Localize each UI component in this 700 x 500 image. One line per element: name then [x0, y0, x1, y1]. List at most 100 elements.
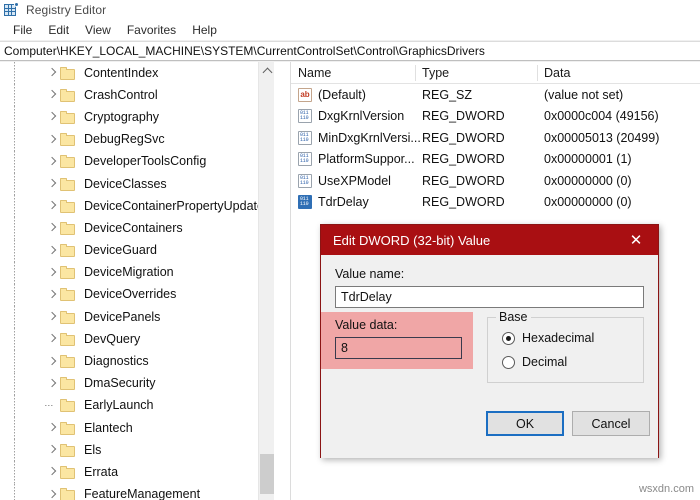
- chevron-right-icon[interactable]: [44, 376, 60, 392]
- chevron-right-icon[interactable]: [44, 176, 60, 192]
- chevron-right-icon[interactable]: [44, 198, 60, 214]
- folder-icon: [60, 310, 76, 324]
- column-header-data[interactable]: Data: [537, 62, 700, 84]
- column-header-name[interactable]: Name: [291, 62, 415, 84]
- menu-item-edit[interactable]: Edit: [40, 21, 77, 39]
- chevron-right-icon[interactable]: [44, 132, 60, 148]
- tree-item[interactable]: ContentIndex: [0, 62, 274, 85]
- tree-guide-line: [14, 394, 15, 417]
- folder-icon: [60, 443, 76, 457]
- chevron-right-icon[interactable]: [44, 220, 60, 236]
- tree-guide-line: [14, 439, 15, 462]
- chevron-right-icon[interactable]: [44, 354, 60, 370]
- tree-item-label: DeveloperToolsConfig: [84, 154, 207, 169]
- scroll-up-arrow-icon[interactable]: [259, 62, 275, 79]
- value-data: (value not set): [544, 87, 624, 102]
- folder-icon: [60, 332, 76, 346]
- tree-item[interactable]: Els: [0, 439, 274, 462]
- folder-icon: [60, 221, 76, 235]
- radio-hexadecimal[interactable]: Hexadecimal: [502, 331, 594, 345]
- chevron-right-icon[interactable]: [44, 442, 60, 458]
- tree-item[interactable]: Cryptography: [0, 106, 274, 129]
- table-row[interactable]: 011 110 UseXPModel REG_DWORD 0x00000000 (0): [291, 170, 700, 192]
- scrollbar-thumb[interactable]: [260, 454, 274, 494]
- chevron-right-icon[interactable]: [44, 87, 60, 103]
- tree-item[interactable]: EarlyLaunch: [0, 394, 274, 417]
- radio-hexadecimal-label: Hexadecimal: [522, 331, 595, 345]
- close-icon[interactable]: ✕: [614, 225, 658, 255]
- tree-item[interactable]: CrashControl: [0, 84, 274, 107]
- address-bar[interactable]: Computer\HKEY_LOCAL_MACHINE\SYSTEM\Curre…: [0, 41, 700, 61]
- chevron-right-icon[interactable]: [44, 420, 60, 436]
- tree-item[interactable]: Errata: [0, 461, 274, 484]
- table-row[interactable]: 011 110 DxgKrnlVersion REG_DWORD 0x0000c004 …: [291, 106, 700, 128]
- tree-guide-line: [14, 461, 15, 484]
- value-type: REG_DWORD: [422, 173, 505, 188]
- tree-item[interactable]: DeviceOverrides: [0, 283, 274, 307]
- folder-icon: [60, 133, 76, 147]
- cancel-button[interactable]: Cancel: [572, 411, 650, 436]
- chevron-right-icon[interactable]: [44, 65, 60, 81]
- tree-item[interactable]: DeviceContainerPropertyUpdateEve: [0, 195, 274, 218]
- menu-item-favorites[interactable]: Favorites: [119, 21, 184, 39]
- tree-vertical-scrollbar[interactable]: [258, 62, 274, 500]
- tree-item[interactable]: DeveloperToolsConfig: [0, 150, 274, 173]
- dword-value-icon: 011 110: [298, 130, 312, 145]
- value-data-input[interactable]: 8: [335, 337, 462, 359]
- chevron-right-icon[interactable]: [44, 243, 60, 259]
- tree-guide-line: [14, 195, 15, 218]
- tree-item[interactable]: Diagnostics: [0, 350, 274, 373]
- tree-item[interactable]: DeviceClasses: [0, 172, 274, 196]
- tree-item-label: Elantech: [84, 420, 133, 435]
- tree-guide-line: [14, 217, 15, 240]
- chevron-right-icon[interactable]: [44, 464, 60, 480]
- tree-guide-line: [14, 62, 15, 85]
- tree-item[interactable]: DevicePanels: [0, 306, 274, 329]
- tree-item[interactable]: Elantech: [0, 417, 274, 440]
- folder-icon: [60, 266, 76, 280]
- cell-name: 011 110 DxgKrnlVersion: [291, 109, 404, 124]
- menu-item-view[interactable]: View: [77, 21, 119, 39]
- tree-guide-line: [14, 350, 15, 373]
- tree-item[interactable]: DeviceContainers: [0, 217, 274, 240]
- tree-item-label: DeviceMigration: [84, 265, 174, 280]
- chevron-right-icon[interactable]: [44, 109, 60, 125]
- chevron-right-icon[interactable]: [44, 265, 60, 281]
- tree-item[interactable]: DmaSecurity: [0, 372, 274, 395]
- registry-values-list[interactable]: ab (Default) REG_SZ (value not set) 011 110 Dx…: [291, 84, 700, 213]
- value-data: 0x00000000 (0): [544, 195, 632, 210]
- value-data: 0x00000000 (0): [544, 173, 632, 188]
- folder-icon: [60, 110, 76, 124]
- tree-item[interactable]: FeatureManagement: [0, 483, 274, 500]
- value-name: PlatformSuppor...: [318, 152, 415, 167]
- menu-item-file[interactable]: File: [5, 21, 40, 39]
- column-header-type[interactable]: Type: [415, 62, 537, 84]
- value-name: MinDxgKrnlVersi...: [318, 130, 421, 145]
- tree-item-label: DeviceOverrides: [84, 287, 177, 302]
- tree-item[interactable]: DeviceGuard: [0, 239, 274, 262]
- chevron-right-icon[interactable]: [44, 331, 60, 347]
- menu-item-help[interactable]: Help: [184, 21, 225, 39]
- chevron-right-icon[interactable]: [44, 154, 60, 170]
- table-row[interactable]: ab (Default) REG_SZ (value not set): [291, 84, 700, 106]
- ok-button[interactable]: OK: [486, 411, 564, 436]
- value-name-input[interactable]: TdrDelay: [335, 286, 644, 308]
- folder-icon: [60, 288, 76, 302]
- value-data: 0x00000001 (1): [544, 152, 632, 167]
- tree-item[interactable]: DebugRegSvc: [0, 128, 274, 151]
- chevron-right-icon[interactable]: [44, 487, 60, 500]
- string-value-icon: ab: [298, 87, 312, 102]
- radio-decimal[interactable]: Decimal: [502, 355, 567, 369]
- table-row[interactable]: 011 110 MinDxgKrnlVersi... REG_DWORD 0x00005…: [291, 127, 700, 149]
- table-row[interactable]: 011 110 PlatformSuppor... REG_DWORD 0x000000…: [291, 149, 700, 171]
- tree-guide-line: [14, 84, 15, 107]
- chevron-right-icon[interactable]: [44, 309, 60, 325]
- tree-item-label: DevicePanels: [84, 309, 161, 324]
- chevron-right-icon[interactable]: [44, 287, 60, 303]
- tree-item-label: EarlyLaunch: [84, 398, 154, 413]
- tree-item[interactable]: DeviceMigration: [0, 261, 274, 284]
- tree-item[interactable]: DevQuery: [0, 328, 274, 351]
- registry-tree[interactable]: ContentIndex CrashControl Cryptography Debu…: [0, 62, 274, 500]
- tree-guide-line: [14, 483, 15, 500]
- table-row[interactable]: 011 110 TdrDelay REG_DWORD 0x00000000 (0): [291, 192, 700, 214]
